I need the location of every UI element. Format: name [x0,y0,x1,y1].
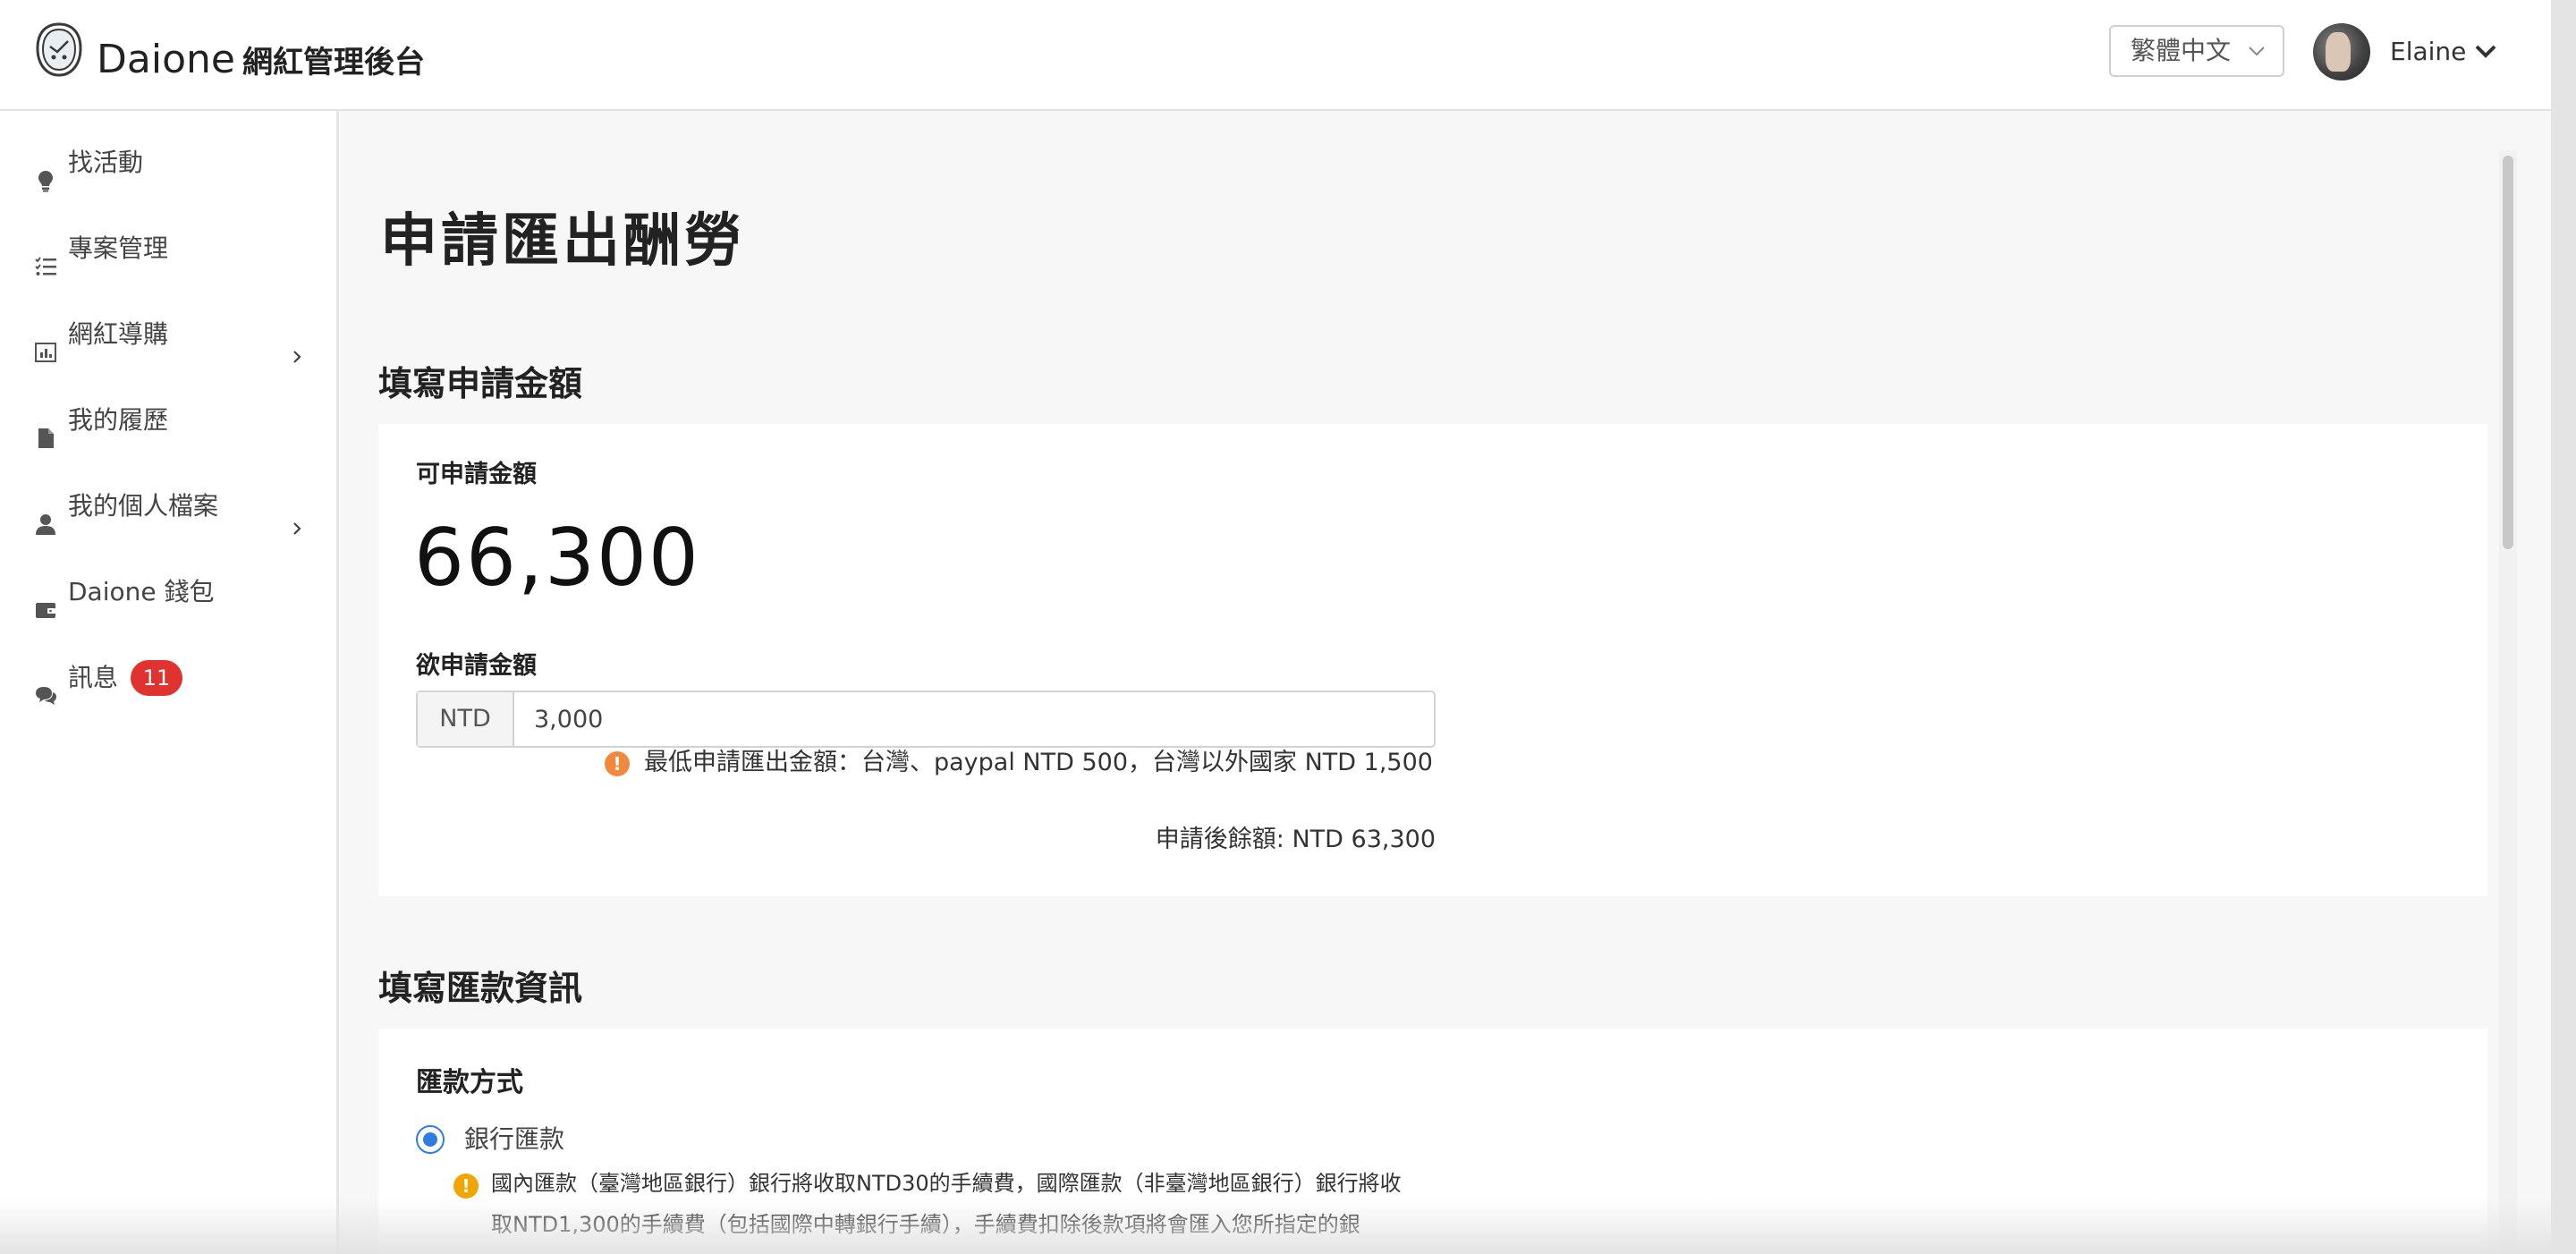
brand-name: Daione [97,37,235,82]
amount-card: 可申請金額 66,300 欲申請金額 NTD ! 最低申請匯出金額：台灣、pay… [378,424,2487,896]
language-select-value: 繁體中文 [2131,36,2232,65]
document-icon [34,410,57,448]
sidebar-item-5[interactable]: Daione 錢包 [0,560,336,624]
avatar[interactable] [2313,23,2370,80]
chevron-down-icon [2249,47,2265,56]
sidebar: 找活動專案管理網紅導購我的履歷我的個人檔案 Daione 錢包 訊息 11 [0,111,339,1254]
user-name[interactable]: Elaine [2390,34,2466,70]
main-scrollbar[interactable] [2499,150,2517,1254]
top-header: Daione 網紅管理後台 繁體中文 Elaine [0,0,2551,111]
currency-prefix: NTD [418,692,514,746]
remit-card: 匯款方式 銀行匯款 ! 國內匯款（臺灣地區銀行）銀行將收取NTD30的手續費，國… [378,1029,2487,1254]
sidebar-item-0[interactable]: 找活動 [0,131,336,195]
sidebar-item-label: 專案管理 [68,233,169,263]
checklist-icon [34,238,57,275]
fee-note-line1: 國內匯款（臺灣地區銀行）銀行將收取NTD30的手續費，國際匯款（非臺灣地區銀行）… [491,1171,1402,1196]
page-title: 申請匯出酬勞 [380,208,745,275]
brand-subtitle: 網紅管理後台 [242,45,425,80]
request-amount-input[interactable] [514,692,1434,746]
main-content: 申請匯出酬勞 填寫申請金額 可申請金額 66,300 欲申請金額 NTD ! 最… [339,111,2551,1254]
daione-logo-icon[interactable] [34,21,84,79]
warning-icon: ! [605,751,630,776]
available-amount-label: 可申請金額 [416,461,537,488]
remaining-balance: 申請後餘額: NTD 63,300 [1155,826,1436,853]
request-amount-input-group: NTD [416,691,1436,748]
request-amount-label: 欲申請金額 [416,652,537,680]
chevron-right-icon [288,326,306,363]
window-gutter [2551,0,2576,1254]
brand-title[interactable]: Daione 網紅管理後台 [97,36,425,87]
user-menu-chevron-down-icon[interactable] [2474,41,2497,61]
minimum-amount-note: 最低申請匯出金額：台灣、paypal NTD 500，台灣以外國家 NTD 1,… [644,749,1433,776]
sidebar-item-3[interactable]: 我的履歷 [0,388,336,453]
sidebar-item-label: 訊息 [68,663,119,692]
sidebar-item-label: 網紅導購 [68,319,169,349]
info-warning-icon: ! [453,1174,479,1199]
chevron-right-icon [288,497,306,535]
bar-chart-icon [34,324,57,362]
sidebar-item-6[interactable]: 訊息 11 [0,646,336,710]
lightbulb-icon [34,152,57,192]
sidebar-item-label: 我的個人檔案 [68,491,219,521]
sidebar-item-label: 找活動 [68,148,144,177]
app-window: Daione 網紅管理後台 繁體中文 Elaine 找活動專案管理網紅導購我的履歷… [0,0,2551,1254]
remit-section-title: 填寫匯款資訊 [378,969,583,1008]
chat-icon [34,667,57,705]
user-icon [34,496,57,535]
wallet-icon [34,581,57,618]
sidebar-item-4[interactable]: 我的個人檔案 [0,474,336,538]
sidebar-item-2[interactable]: 網紅導購 [0,302,336,367]
sidebar-item-label: 我的履歷 [68,405,169,435]
sidebar-item-label: Daione 錢包 [68,577,215,606]
main-scrollbar-thumb[interactable] [2503,156,2513,549]
bank-transfer-label[interactable]: 銀行匯款 [464,1122,564,1157]
unread-count-badge: 11 [131,660,182,696]
sidebar-item-1[interactable]: 專案管理 [0,216,336,281]
bank-transfer-radio[interactable] [416,1125,445,1154]
remit-method-label: 匯款方式 [416,1067,523,1098]
available-amount-value: 66,300 [414,512,700,604]
amount-section-title: 填寫申請金額 [378,364,583,403]
language-select[interactable]: 繁體中文 [2109,25,2284,77]
fee-note-line2: 取NTD1,300的手續費（包括國際中轉銀行手續），手續費扣除後款項將會匯入您所… [491,1212,1360,1237]
